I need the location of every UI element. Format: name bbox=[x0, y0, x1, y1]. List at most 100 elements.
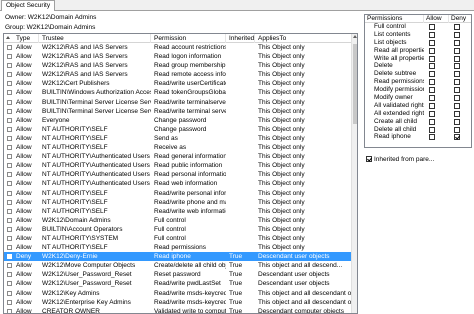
acl-row[interactable]: Allow W2K12\User_Password_Reset Read/write… bbox=[4, 279, 352, 288]
allow-checkbox[interactable] bbox=[429, 39, 435, 46]
deny-checkbox[interactable] bbox=[454, 95, 460, 102]
acl-row[interactable]: Allow NT AUTHORITY\Authenticated Users Rea… bbox=[4, 161, 352, 170]
row-checkbox-icon[interactable] bbox=[7, 254, 12, 260]
deny-checkbox[interactable] bbox=[454, 102, 460, 109]
vertical-scrollbar[interactable] bbox=[351, 34, 357, 313]
acl-row[interactable]: Allow W2K12\RAS and IAS Servers Read accou… bbox=[4, 43, 352, 52]
row-checkbox-icon[interactable] bbox=[7, 263, 12, 269]
acl-row[interactable]: Allow NT AUTHORITY\SELF Change password Thi… bbox=[4, 125, 352, 134]
allow-checkbox[interactable] bbox=[429, 110, 435, 117]
acl-row[interactable]: Allow BUILTIN\Windows Authorization Acces… bbox=[4, 88, 352, 97]
allow-checkbox[interactable] bbox=[429, 63, 435, 70]
column-header-trustee[interactable]: Trustee bbox=[39, 34, 151, 43]
allow-checkbox[interactable] bbox=[429, 87, 435, 94]
deny-checkbox[interactable] bbox=[454, 118, 460, 125]
column-header-appliesto[interactable]: AppliesTo bbox=[255, 34, 352, 43]
allow-checkbox[interactable] bbox=[429, 71, 435, 78]
deny-checkbox[interactable] bbox=[454, 126, 460, 133]
deny-checkbox[interactable] bbox=[454, 31, 460, 38]
row-checkbox-icon[interactable] bbox=[7, 172, 12, 178]
deny-checkbox[interactable] bbox=[454, 63, 460, 70]
deny-checkbox[interactable] bbox=[454, 87, 460, 94]
deny-checkbox[interactable] bbox=[454, 47, 460, 54]
allow-checkbox[interactable] bbox=[429, 134, 435, 141]
row-checkbox-icon[interactable] bbox=[7, 154, 12, 160]
acl-row[interactable]: Allow NT AUTHORITY\SELF Read permissions Th… bbox=[4, 243, 352, 252]
allow-checkbox[interactable] bbox=[429, 95, 435, 102]
acl-row[interactable]: Allow NT AUTHORITY\SELF Read/write phone a… bbox=[4, 198, 352, 207]
row-checkbox-icon[interactable] bbox=[7, 63, 12, 69]
row-checkbox-icon[interactable] bbox=[7, 281, 12, 287]
deny-checkbox[interactable] bbox=[454, 134, 460, 141]
acl-row[interactable]: Allow NT AUTHORITY\Authenticated Users Rea… bbox=[4, 152, 352, 161]
row-checkbox-icon[interactable] bbox=[7, 45, 12, 50]
row-checkbox-icon[interactable] bbox=[7, 290, 12, 296]
acl-row[interactable]: Allow BUILTIN\Terminal Server License Ser… bbox=[4, 98, 352, 107]
allow-checkbox[interactable] bbox=[429, 126, 435, 133]
deny-checkbox[interactable] bbox=[454, 39, 460, 46]
row-checkbox-icon[interactable] bbox=[7, 226, 12, 232]
acl-row[interactable]: Allow Everyone Change password This Object … bbox=[4, 116, 352, 125]
allow-checkbox[interactable] bbox=[429, 31, 435, 38]
acl-row[interactable]: Allow W2K12\Domain Admins Full control This… bbox=[4, 216, 352, 225]
row-checkbox-icon[interactable] bbox=[7, 145, 12, 151]
acl-row[interactable]: Allow W2K12\Enterprise Key Admins Read/wri… bbox=[4, 298, 352, 307]
row-checkbox-icon[interactable] bbox=[7, 245, 12, 251]
row-checkbox-icon[interactable] bbox=[7, 81, 12, 87]
scrollbar-thumb[interactable] bbox=[353, 44, 357, 124]
scroll-up-arrow-icon[interactable] bbox=[353, 35, 357, 38]
row-checkbox-icon[interactable] bbox=[7, 235, 12, 241]
acl-row[interactable]: Allow NT AUTHORITY\SELF Receive as This Obj… bbox=[4, 143, 352, 152]
allow-checkbox[interactable] bbox=[429, 47, 435, 54]
acl-row[interactable]: Allow W2K12\RAS and IAS Servers Read logon… bbox=[4, 52, 352, 61]
row-checkbox-icon[interactable] bbox=[7, 308, 12, 313]
acl-row[interactable]: Allow NT AUTHORITY\SYSTEM Full control This… bbox=[4, 234, 352, 243]
deny-checkbox[interactable] bbox=[454, 55, 460, 62]
column-header-type[interactable]: Type bbox=[13, 34, 39, 43]
column-header-permission[interactable]: Permission bbox=[151, 34, 226, 43]
acl-row[interactable]: Deny W2K12\Deny-Ernie Read iphone True Desce… bbox=[4, 252, 352, 262]
column-header-inherited[interactable]: Inherited bbox=[226, 34, 255, 43]
row-checkbox-icon[interactable] bbox=[7, 208, 12, 214]
checkbox-icon[interactable] bbox=[366, 156, 372, 162]
tab-object-security[interactable]: Object Security bbox=[1, 0, 56, 11]
acl-row[interactable]: Allow NT AUTHORITY\SELF Read/write web inf… bbox=[4, 207, 352, 216]
deny-checkbox[interactable] bbox=[454, 24, 460, 30]
acl-row[interactable]: Allow W2K12\RAS and IAS Servers Read remot… bbox=[4, 70, 352, 79]
allow-checkbox[interactable] bbox=[429, 55, 435, 62]
allow-checkbox[interactable] bbox=[429, 118, 435, 125]
row-checkbox-icon[interactable] bbox=[7, 90, 12, 96]
inherited-from-parent[interactable]: Inherited from pare... bbox=[366, 156, 434, 163]
row-checkbox-icon[interactable] bbox=[7, 135, 12, 141]
row-checkbox-icon[interactable] bbox=[7, 126, 12, 132]
acl-list[interactable]: Type Trustee Permission Inherited Applie… bbox=[3, 33, 358, 314]
allow-checkbox[interactable] bbox=[429, 24, 435, 30]
acl-row[interactable]: Allow BUILTIN\Terminal Server License Ser… bbox=[4, 107, 352, 116]
acl-row[interactable]: Allow W2K12\User_Password_Reset Reset pass… bbox=[4, 270, 352, 279]
row-checkbox-icon[interactable] bbox=[7, 54, 12, 60]
row-checkbox-icon[interactable] bbox=[7, 272, 12, 278]
allow-checkbox[interactable] bbox=[429, 79, 435, 86]
acl-row[interactable]: Allow W2K12\Key Admins Read/write msds-key… bbox=[4, 289, 352, 298]
acl-row[interactable]: Allow CREATOR OWNER Validated write to com… bbox=[4, 307, 352, 313]
row-checkbox-icon[interactable] bbox=[7, 99, 12, 105]
row-checkbox-icon[interactable] bbox=[7, 163, 12, 169]
acl-row[interactable]: Allow NT AUTHORITY\SELF Send as This Object… bbox=[4, 134, 352, 143]
deny-checkbox[interactable] bbox=[454, 110, 460, 117]
acl-row[interactable]: Allow W2K12\Move Computer Objects Create/d… bbox=[4, 261, 352, 270]
acl-row[interactable]: Allow W2K12\Cert Publishers Read/write use… bbox=[4, 79, 352, 88]
row-checkbox-icon[interactable] bbox=[7, 72, 12, 78]
deny-checkbox[interactable] bbox=[454, 71, 460, 78]
row-checkbox-icon[interactable] bbox=[7, 108, 12, 114]
acl-row[interactable]: Allow W2K12\RAS and IAS Servers Read group… bbox=[4, 61, 352, 70]
deny-checkbox[interactable] bbox=[454, 79, 460, 86]
row-checkbox-icon[interactable] bbox=[7, 217, 12, 223]
row-checkbox-icon[interactable] bbox=[7, 299, 12, 305]
acl-row[interactable]: Allow NT AUTHORITY\Authenticated Users Rea… bbox=[4, 170, 352, 179]
row-checkbox-icon[interactable] bbox=[7, 199, 12, 205]
row-checkbox-icon[interactable] bbox=[7, 181, 12, 187]
acl-row[interactable]: Allow NT AUTHORITY\Authenticated Users Rea… bbox=[4, 179, 352, 188]
acl-row[interactable]: Allow BUILTIN\Account Operators Full contr… bbox=[4, 225, 352, 234]
allow-checkbox[interactable] bbox=[429, 102, 435, 109]
row-checkbox-icon[interactable] bbox=[7, 117, 12, 123]
